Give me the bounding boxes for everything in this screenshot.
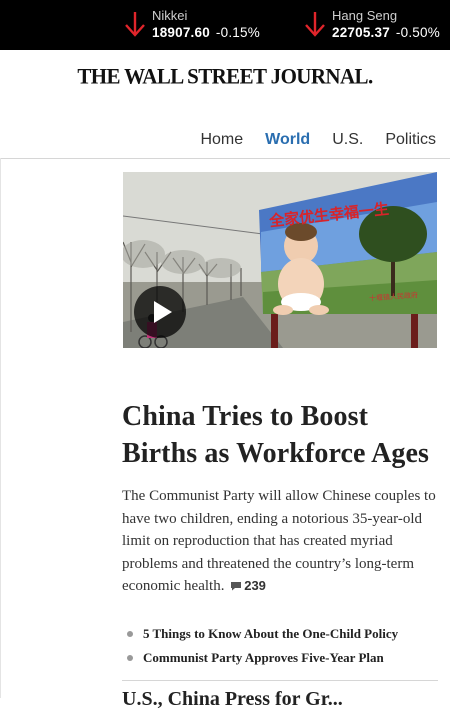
next-article-headline[interactable]: U.S., China Press for Gr... (122, 688, 442, 711)
ticker-values: 22705.37 -0.50% (332, 25, 440, 40)
related-link[interactable]: Communist Party Approves Five-Year Plan (124, 648, 444, 672)
nav-politics[interactable]: Politics (385, 131, 436, 149)
down-arrow-icon (125, 12, 145, 37)
ticker-name: Hang Seng (332, 8, 398, 23)
ticker-change: -0.50% (395, 25, 440, 40)
down-arrow-icon (305, 12, 325, 37)
related-link-text[interactable]: 5 Things to Know About the One-Child Pol… (143, 626, 398, 641)
article-headline[interactable]: China Tries to Boost Births as Workforce… (122, 398, 442, 472)
article-divider (122, 680, 438, 681)
play-icon[interactable] (134, 286, 186, 338)
related-link-text[interactable]: Communist Party Approves Five-Year Plan (143, 650, 384, 665)
nav-divider (0, 158, 450, 159)
comment-count[interactable]: 239 (244, 578, 266, 593)
nav-us[interactable]: U.S. (332, 131, 363, 149)
ticker-value: 18907.60 (152, 25, 210, 40)
ticker-change: -0.15% (215, 25, 260, 40)
article-summary: The Communist Party will allow Chinese c… (122, 485, 440, 598)
summary-text: The Communist Party will allow Chinese c… (122, 488, 436, 594)
masthead-logo[interactable]: THE WALL STREET JOURNAL. (0, 63, 450, 89)
related-link[interactable]: 5 Things to Know About the One-Child Pol… (124, 624, 444, 648)
section-nav: Home World U.S. Politics (200, 131, 436, 149)
nav-home[interactable]: Home (200, 131, 243, 149)
nav-world[interactable]: World (265, 131, 310, 149)
ticker-values: 18907.60 -0.15% (152, 25, 260, 40)
ticker-value: 22705.37 (332, 25, 390, 40)
ticker-name: Nikkei (152, 8, 188, 23)
related-links: 5 Things to Know About the One-Child Pol… (124, 624, 444, 672)
comment-icon[interactable] (230, 581, 242, 591)
market-ticker: Nikkei 18907.60 -0.15% Hang Seng 22705.37… (0, 0, 450, 50)
left-column-divider (0, 158, 1, 698)
article-video-thumbnail[interactable]: 全家优生幸福一生 十堰镇人民政府 (123, 172, 437, 348)
